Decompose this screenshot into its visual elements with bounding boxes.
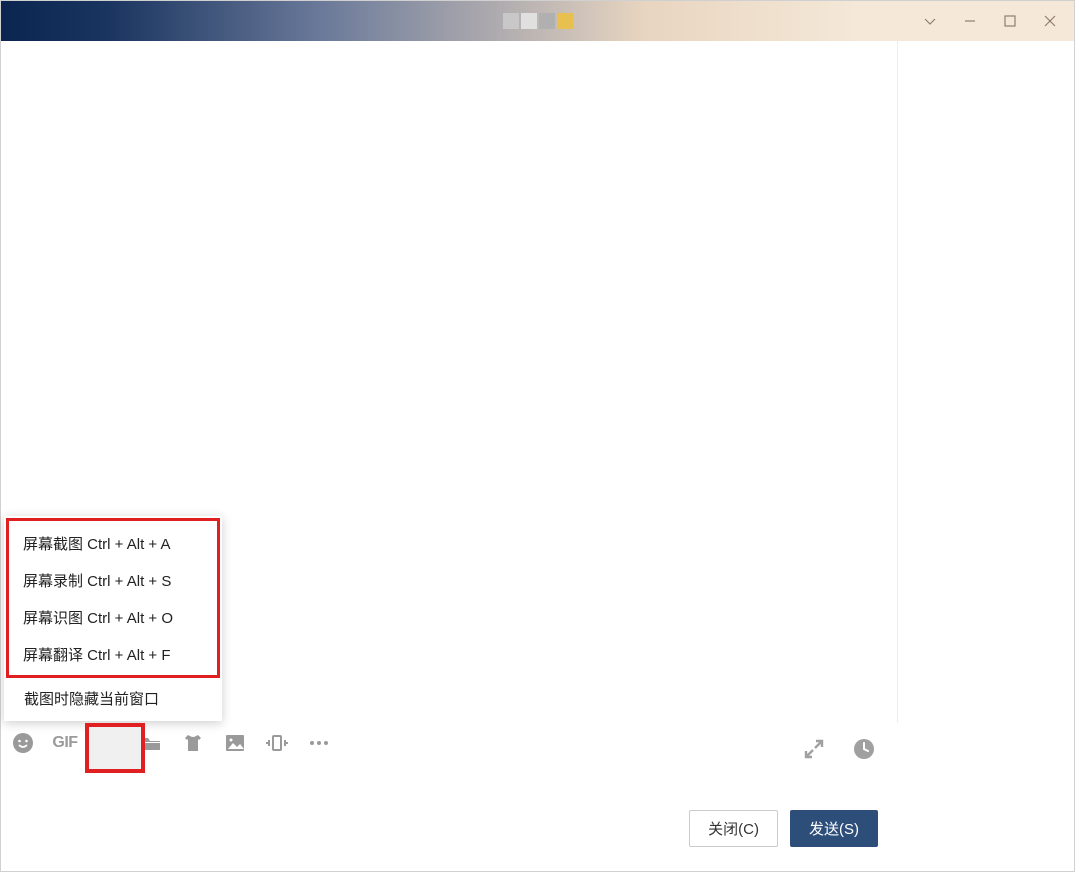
gif-label: GIF [52,734,77,752]
history-clock-icon[interactable] [850,735,878,763]
folder-icon[interactable] [137,729,165,757]
send-button[interactable]: 发送(S) [790,810,878,847]
maximize-button[interactable] [990,4,1030,38]
toolbar-right-controls [800,735,878,763]
sidebar-divider [897,41,898,723]
clothes-icon[interactable] [179,729,207,757]
menu-item-screenshot[interactable]: 屏幕截图 Ctrl + Alt + A [9,525,217,562]
window-controls [910,4,1070,38]
more-icon[interactable] [305,729,333,757]
title-censored-area [503,13,573,29]
screenshot-context-menu: 屏幕截图 Ctrl + Alt + A 屏幕录制 Ctrl + Alt + S … [4,516,222,721]
close-button[interactable]: 关闭(C) [689,810,778,847]
title-bar [1,1,1074,41]
close-window-button[interactable] [1030,4,1070,38]
dropdown-button[interactable] [910,4,950,38]
menu-item-hide-window-on-capture[interactable]: 截图时隐藏当前窗口 [6,678,220,719]
expand-icon[interactable] [800,735,828,763]
input-toolbar: GIF [9,723,884,763]
minimize-button[interactable] [950,4,990,38]
emoji-icon[interactable] [9,729,37,757]
chat-window: 屏幕截图 Ctrl + Alt + A 屏幕录制 Ctrl + Alt + S … [0,0,1075,872]
action-buttons: 关闭(C) 发送(S) [689,810,878,847]
shake-icon[interactable] [263,729,291,757]
screenshot-scissors-icon[interactable] [95,729,123,757]
menu-item-screen-ocr[interactable]: 屏幕识图 Ctrl + Alt + O [9,599,217,636]
menu-item-screen-translate[interactable]: 屏幕翻译 Ctrl + Alt + F [9,636,217,673]
image-icon[interactable] [221,729,249,757]
highlighted-menu-group: 屏幕截图 Ctrl + Alt + A 屏幕录制 Ctrl + Alt + S … [6,518,220,678]
menu-item-screen-record[interactable]: 屏幕录制 Ctrl + Alt + S [9,562,217,599]
gif-icon[interactable]: GIF [51,729,79,757]
